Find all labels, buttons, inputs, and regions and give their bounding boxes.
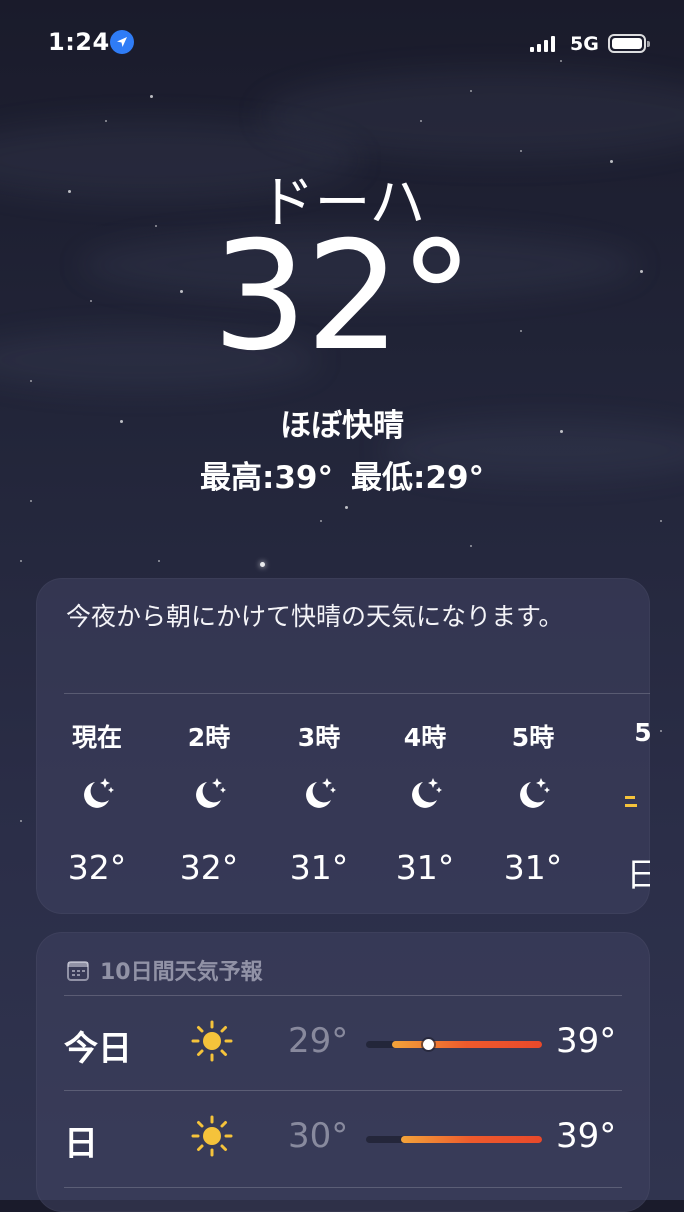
hour-label: 2時 [187, 723, 231, 752]
forecast-title: 10日間天気予報 [100, 960, 263, 985]
hourly-forecast-card[interactable]: 今夜から朝にかけて快晴の天気になります。 現在 32° 2時 32° 3時 31… [36, 578, 650, 914]
hour-temp: 32° [179, 848, 239, 887]
high-temp: 最高:39° [199, 460, 333, 496]
low-temp: 最低:29° [351, 460, 485, 496]
forecast-low: 29° [288, 1021, 349, 1061]
moon-stars-icon [196, 778, 226, 808]
hour-label: 5時 [511, 723, 555, 752]
sun-icon [191, 1115, 233, 1157]
high-low-temps: 最高:39° 最低:29° [0, 452, 684, 497]
forecast-header: 10日間天気予報 [66, 954, 263, 986]
divider [64, 995, 622, 996]
calendar-icon [67, 961, 89, 981]
weather-condition: ほぼ快晴 [280, 408, 404, 444]
network-type: 5G [570, 33, 599, 55]
temperature-range-fill [392, 1041, 542, 1048]
ten-day-forecast-card[interactable]: 10日間天気予報 今日 29° 39° 日 30° 39° [36, 932, 650, 1212]
hour-label: 5 [634, 718, 650, 747]
forecast-day: 日 [64, 1124, 98, 1164]
temperature-range-bar [366, 1136, 542, 1143]
hourly-scroll[interactable]: 現在 32° 2時 32° 3時 31° 4時 31° 5時 31° 5 日 [36, 718, 650, 898]
hour-temp: 31° [395, 848, 455, 887]
current-temp-marker [422, 1039, 434, 1050]
sunrise-icon [625, 796, 637, 807]
battery-icon [608, 34, 650, 53]
forecast-high: 39° [556, 1021, 617, 1061]
hour-temp: 31° [289, 848, 349, 887]
status-bar: 1:24 5G [0, 0, 684, 90]
divider [64, 1187, 622, 1188]
location-arrow-icon [110, 30, 134, 54]
status-time: 1:24 [48, 28, 110, 56]
moon-stars-icon [306, 778, 336, 808]
cellular-signal-icon [530, 36, 555, 52]
hour-label: 3時 [297, 723, 341, 752]
hour-label: 現在 [71, 723, 122, 752]
divider [64, 1090, 622, 1091]
temperature-range-fill [401, 1136, 542, 1143]
hour-temp: 31° [503, 848, 563, 887]
temperature-range-bar [366, 1039, 542, 1050]
forecast-row[interactable]: 今日 29° 39° [36, 997, 650, 1089]
forecast-high: 39° [556, 1116, 617, 1156]
hour-temp: 32° [67, 848, 127, 887]
forecast-day: 今日 [64, 1029, 132, 1069]
moon-stars-icon [412, 778, 442, 808]
hour-label: 4時 [403, 723, 447, 752]
current-temperature: 32° [212, 210, 474, 384]
moon-stars-icon [520, 778, 550, 808]
moon-stars-icon [84, 778, 114, 808]
forecast-low: 30° [288, 1116, 349, 1156]
forecast-summary: 今夜から朝にかけて快晴の天気になります。 [66, 602, 564, 631]
hour-temp: 日 [626, 855, 651, 894]
forecast-row[interactable]: 日 30° 39° [36, 1092, 650, 1184]
divider [64, 693, 650, 694]
sun-icon [191, 1020, 233, 1062]
